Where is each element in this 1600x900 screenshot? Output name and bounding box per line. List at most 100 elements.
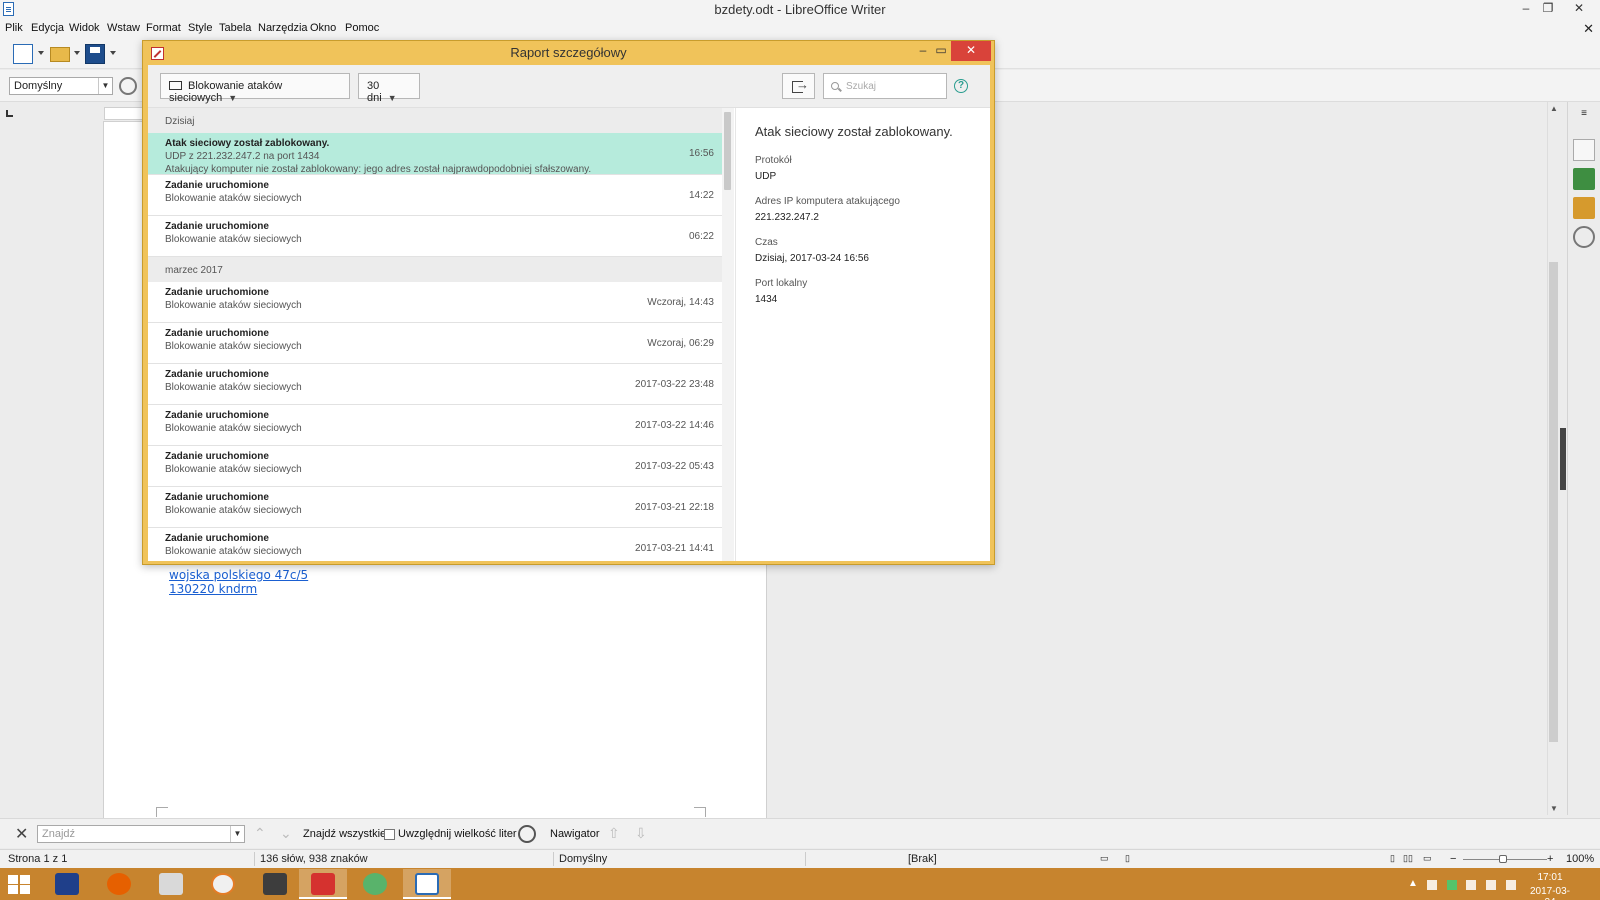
- taskbar-app-writer[interactable]: [403, 869, 451, 899]
- period-dropdown[interactable]: 30 dni ▼: [358, 73, 420, 104]
- event-row[interactable]: Zadanie uruchomione Blokowanie ataków si…: [148, 528, 722, 561]
- chevron-down-icon[interactable]: ▼: [230, 826, 244, 842]
- save-icon[interactable]: [85, 44, 105, 64]
- find-previous-icon[interactable]: ⌃: [254, 825, 266, 842]
- page-style[interactable]: Domyślny: [559, 853, 607, 865]
- paragraph-style-select[interactable]: Domyślny ▼: [9, 77, 113, 95]
- event-row[interactable]: Zadanie uruchomione Blokowanie ataków si…: [148, 487, 722, 528]
- save-dropdown-arrow[interactable]: [110, 51, 116, 55]
- dialog-minimize-button[interactable]: –: [913, 41, 933, 61]
- taskbar-app-save[interactable]: [43, 869, 91, 899]
- document-modified-icon[interactable]: ▯: [1125, 853, 1130, 864]
- language-indicator[interactable]: [Brak]: [908, 853, 937, 865]
- zoom-level[interactable]: 100%: [1566, 853, 1594, 865]
- clock-time[interactable]: 17:01: [1525, 872, 1575, 883]
- menu-edit[interactable]: Edycja: [31, 22, 64, 34]
- menu-tools[interactable]: Narzędzia: [258, 22, 308, 34]
- book-view-icon[interactable]: ▭: [1423, 853, 1432, 864]
- scroll-up-icon[interactable]: ▲: [1548, 104, 1560, 113]
- menu-table[interactable]: Tabela: [219, 22, 251, 34]
- event-row[interactable]: Zadanie uruchomione Blokowanie ataków si…: [148, 446, 722, 487]
- dialog-maximize-button[interactable]: ▭: [931, 41, 951, 61]
- menu-insert[interactable]: Wstaw: [107, 22, 140, 34]
- zoom-in-icon[interactable]: +: [1547, 853, 1553, 865]
- styles-icon[interactable]: [1573, 168, 1595, 190]
- open-folder-icon[interactable]: [50, 47, 70, 62]
- find-all-button[interactable]: Znajdź wszystkie: [303, 828, 386, 840]
- taskbar-app-drive[interactable]: [147, 869, 195, 899]
- tray-security-icon[interactable]: [1447, 880, 1457, 890]
- word-count[interactable]: 136 słów, 938 znaków: [260, 853, 368, 865]
- event-row[interactable]: Zadanie uruchomione Blokowanie ataków si…: [148, 282, 722, 323]
- new-dropdown-arrow[interactable]: [38, 51, 44, 55]
- navigator-icon[interactable]: [1573, 226, 1595, 248]
- component-filter-dropdown[interactable]: Blokowanie ataków sieciowych ▼: [160, 73, 350, 104]
- close-document-icon[interactable]: ✕: [1583, 21, 1594, 37]
- menu-view[interactable]: Widok: [69, 22, 100, 34]
- windows-start-icon[interactable]: [8, 875, 30, 894]
- chevron-down-icon[interactable]: ▼: [98, 78, 112, 94]
- sidebar-collapse-handle[interactable]: [1560, 428, 1566, 490]
- minimize-button[interactable]: –: [1515, 0, 1537, 19]
- clock-date[interactable]: 2017-03-24: [1525, 886, 1575, 900]
- tray-network-icon[interactable]: [1486, 880, 1496, 890]
- close-find-icon[interactable]: ✕: [15, 824, 28, 844]
- event-row[interactable]: Zadanie uruchomione Blokowanie ataków si…: [148, 175, 722, 216]
- event-row[interactable]: Zadanie uruchomione Blokowanie ataków si…: [148, 364, 722, 405]
- tray-overflow-icon[interactable]: ▲: [1408, 878, 1418, 889]
- event-list-scrollbar[interactable]: [722, 108, 734, 561]
- match-case-label[interactable]: Uwzględnij wielkość liter: [398, 828, 517, 840]
- event-row[interactable]: Zadanie uruchomione Blokowanie ataków si…: [148, 405, 722, 446]
- menu-window[interactable]: Okno: [310, 22, 336, 34]
- multi-page-view-icon[interactable]: ▯▯: [1403, 853, 1413, 864]
- dialog-close-button[interactable]: ✕: [951, 41, 991, 61]
- event-row-selected[interactable]: Atak sieciowy został zablokowany. UDP z …: [148, 133, 722, 175]
- sidebar-menu-icon[interactable]: ≡: [1573, 108, 1595, 130]
- menu-help[interactable]: Pomoc: [345, 22, 379, 34]
- properties-icon[interactable]: [1573, 139, 1595, 161]
- taskbar-app-video[interactable]: [251, 869, 299, 899]
- tray-power-icon[interactable]: [1466, 880, 1476, 890]
- menu-styles[interactable]: Style: [188, 22, 212, 34]
- zoom-slider-knob[interactable]: [1499, 855, 1507, 863]
- taskbar-app-chart[interactable]: [351, 869, 399, 899]
- page-count[interactable]: Strona 1 z 1: [8, 853, 67, 865]
- match-case-checkbox[interactable]: [384, 829, 395, 840]
- tray-flag-icon[interactable]: [1427, 880, 1437, 890]
- export-report-button[interactable]: [782, 73, 815, 99]
- insert-mode-icon[interactable]: ▭: [1100, 853, 1109, 864]
- scrollbar-thumb[interactable]: [1549, 262, 1558, 742]
- vertical-scrollbar[interactable]: ▲ ▼: [1547, 102, 1559, 815]
- taskbar-app-kaspersky[interactable]: [299, 869, 347, 899]
- event-list[interactable]: Dzisiaj Atak sieciowy został zablokowany…: [148, 108, 722, 561]
- navigate-up-icon[interactable]: ⇧: [608, 825, 620, 842]
- event-list-scroll-thumb[interactable]: [724, 112, 731, 190]
- event-row[interactable]: Zadanie uruchomione Blokowanie ataków si…: [148, 216, 722, 257]
- zoom-out-icon[interactable]: −: [1450, 853, 1456, 865]
- tab-stop-icon[interactable]: [6, 110, 13, 117]
- single-page-view-icon[interactable]: ▯: [1390, 853, 1395, 864]
- taskbar-app-firefox[interactable]: [95, 869, 143, 899]
- taskbar-app-viewer[interactable]: [199, 869, 247, 899]
- scroll-down-icon[interactable]: ▼: [1548, 804, 1560, 813]
- document-link-postcode[interactable]: 130220 kndrm: [169, 582, 257, 596]
- document-link-address[interactable]: wojska polskiego 47c/5: [169, 568, 308, 582]
- find-next-icon[interactable]: ⌄: [280, 825, 292, 842]
- new-document-icon[interactable]: [13, 44, 33, 64]
- update-style-icon[interactable]: [119, 77, 137, 95]
- horizontal-ruler[interactable]: [104, 107, 144, 120]
- report-search-input[interactable]: Szukaj: [823, 73, 947, 99]
- close-window-button[interactable]: ✕: [1568, 0, 1590, 19]
- restore-button[interactable]: ❐: [1537, 0, 1559, 19]
- help-icon[interactable]: ?: [954, 79, 968, 93]
- navigator-button[interactable]: Nawigator: [550, 828, 600, 840]
- find-replace-icon[interactable]: [518, 825, 536, 843]
- event-row[interactable]: Zadanie uruchomione Blokowanie ataków si…: [148, 323, 722, 364]
- navigate-down-icon[interactable]: ⇩: [635, 825, 647, 842]
- gallery-icon[interactable]: [1573, 197, 1595, 219]
- menu-format[interactable]: Format: [146, 22, 181, 34]
- menu-file[interactable]: Plik: [5, 22, 23, 34]
- find-input[interactable]: Znajdź ▼: [37, 825, 245, 843]
- tray-volume-icon[interactable]: [1506, 880, 1516, 890]
- open-dropdown-arrow[interactable]: [74, 51, 80, 55]
